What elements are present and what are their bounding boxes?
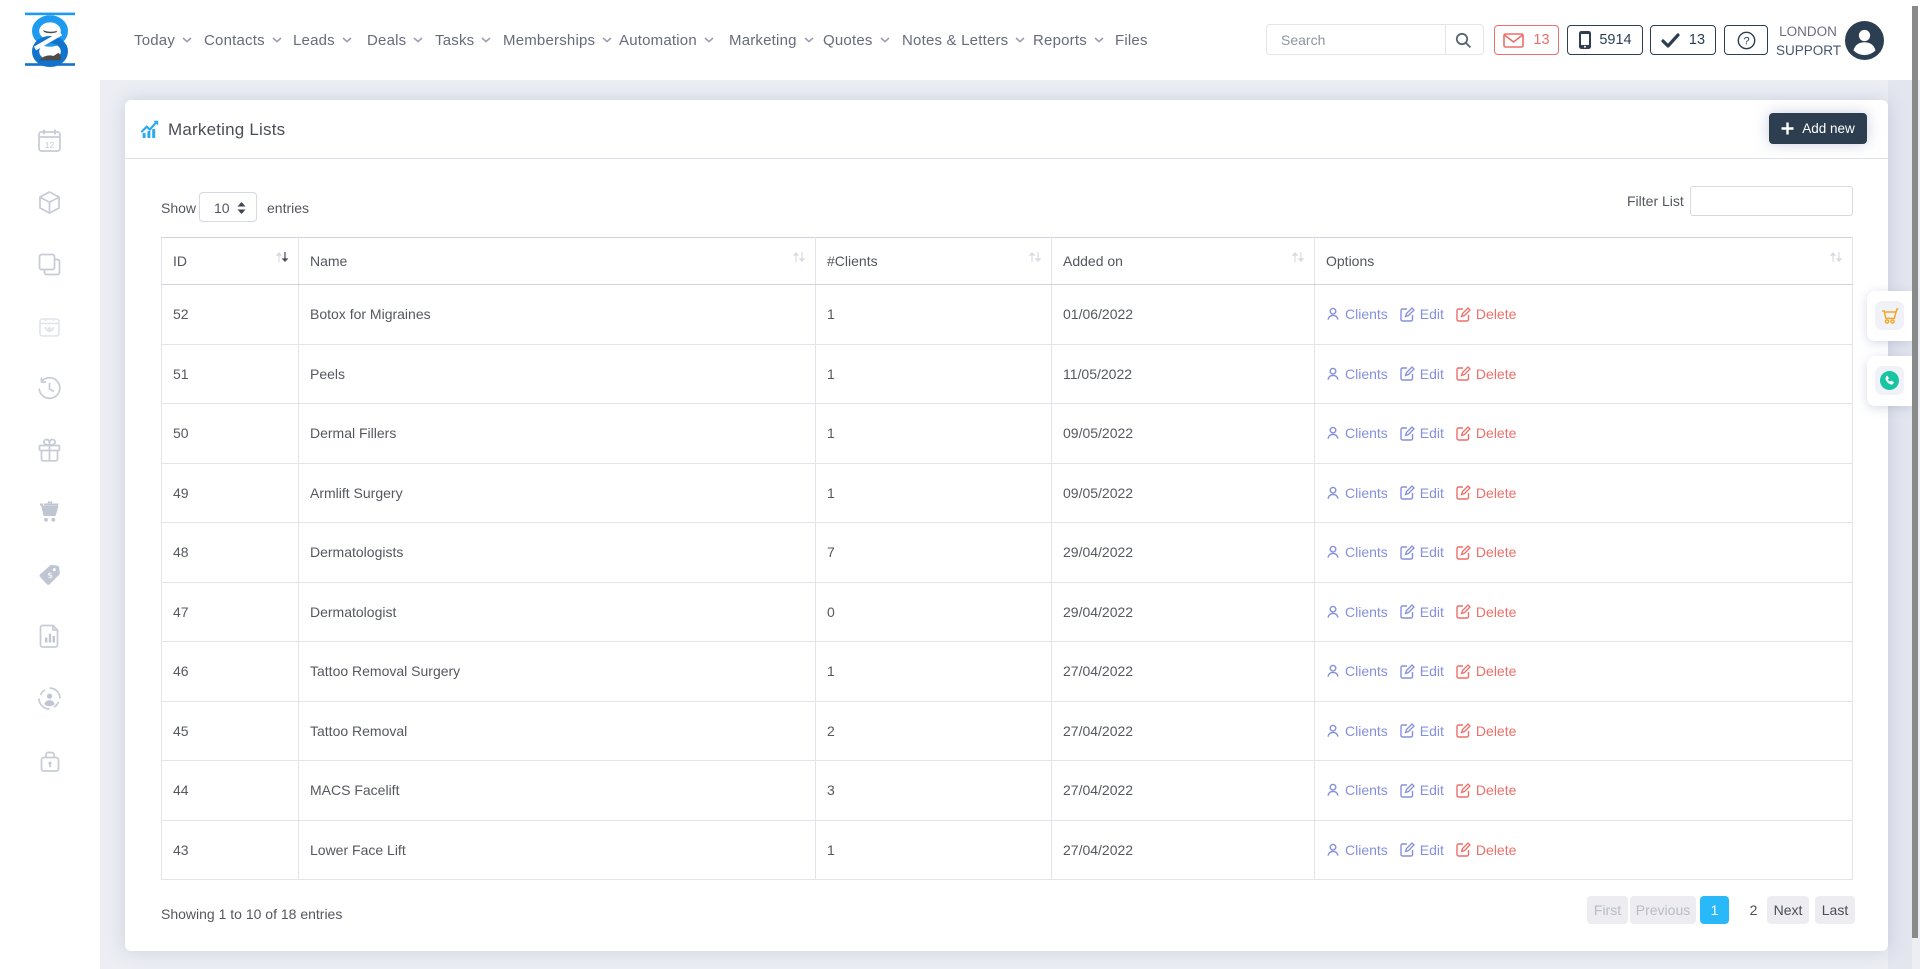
svg-text:?: ? [1743,35,1749,47]
svg-text:12: 12 [45,140,55,150]
